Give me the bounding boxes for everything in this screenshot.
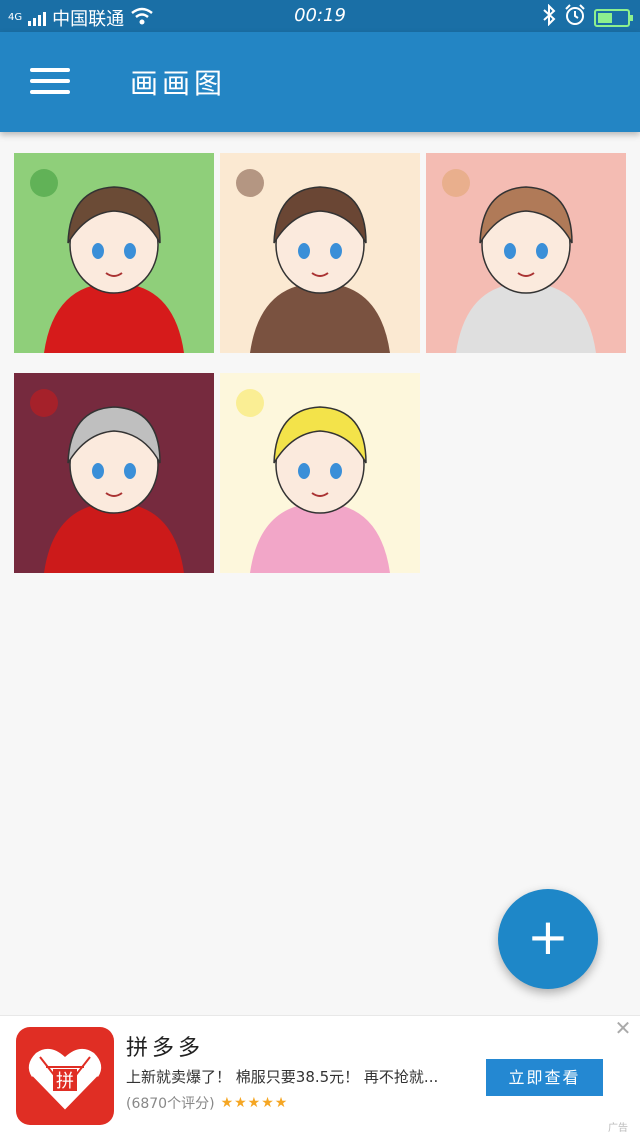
drawing-image [14, 373, 214, 573]
ad-description: 上新就卖爆了！ 棉服只要38.5元！ 再不抢就... [126, 1068, 439, 1086]
drawing-thumbnail[interactable] [14, 373, 214, 573]
ad-app-name: 拼多多 [126, 1036, 205, 1061]
drawing-image [426, 153, 626, 353]
star-rating-icon: ★★★★★ [220, 1095, 289, 1111]
drawing-image [14, 153, 214, 353]
battery-icon [594, 8, 633, 27]
ad-label: 广告 [608, 1123, 628, 1134]
ad-banner[interactable]: 拼 拼多多 上新就卖爆了！ 棉服只要38.5元！ 再不抢就... (6870个评… [0, 1015, 640, 1138]
app-bar: 画画图 [0, 32, 640, 132]
ad-rating-count: (6870个评分) [126, 1096, 215, 1112]
menu-icon[interactable] [30, 68, 70, 98]
status-right [542, 3, 633, 31]
bluetooth-icon [542, 3, 556, 31]
drawing-thumbnail[interactable] [220, 153, 420, 353]
ad-app-logo[interactable]: 拼 [16, 1027, 114, 1125]
drawing-image [220, 373, 420, 573]
drawing-thumbnail[interactable] [426, 153, 626, 353]
status-bar: 4G 中国联通 00:19 [0, 0, 640, 32]
drawing-thumbnail[interactable] [220, 373, 420, 573]
add-drawing-button[interactable]: + [498, 889, 598, 989]
ad-rating: (6870个评分) ★★★★★ [126, 1093, 288, 1113]
drawing-thumbnail[interactable] [14, 153, 214, 353]
close-icon[interactable]: ✕ [612, 1016, 634, 1040]
alarm-icon [564, 4, 586, 31]
ad-view-now-button[interactable]: 立即查看 [486, 1059, 603, 1096]
ad-logo-text: 拼 [56, 1071, 74, 1092]
page-title: 画画图 [130, 67, 227, 100]
drawing-image [220, 153, 420, 353]
